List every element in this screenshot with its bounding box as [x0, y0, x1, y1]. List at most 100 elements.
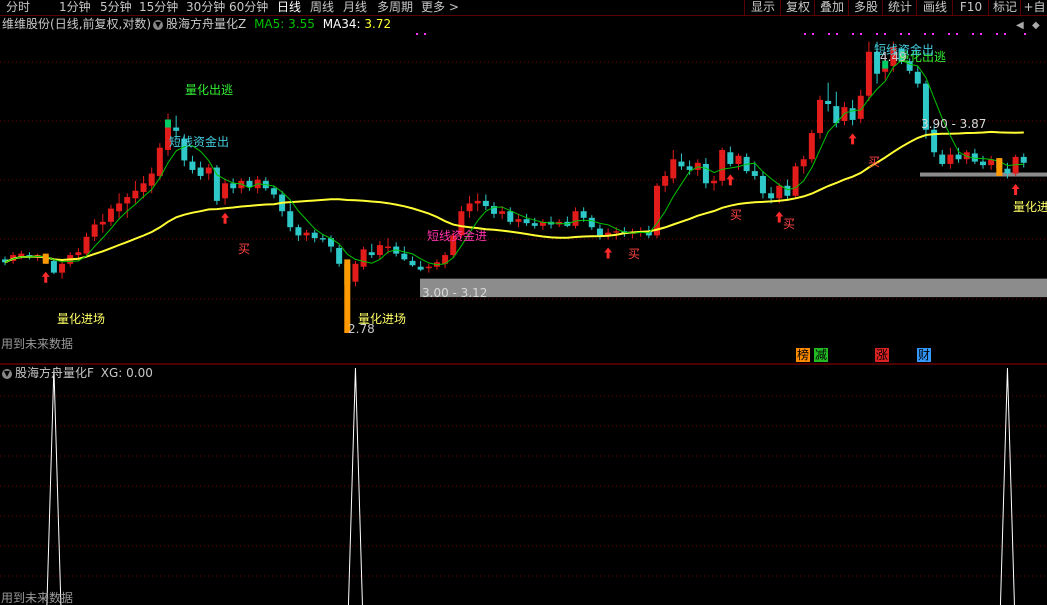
- top-dot-11: [908, 33, 910, 35]
- candle-body-37: [303, 232, 310, 236]
- candle-body-49: [401, 253, 408, 260]
- candle-body-93: [759, 175, 766, 194]
- future-data-note-sub: 用到未来数据: [1, 591, 74, 605]
- candle-body-90: [735, 155, 742, 164]
- candle-body-25: [205, 167, 212, 174]
- top-dot-9: [884, 33, 886, 35]
- candle-body-86: [702, 163, 709, 184]
- candle-body-35: [287, 211, 294, 228]
- top-dot-13: [932, 33, 934, 35]
- diamond-icon[interactable]: ◆: [1032, 19, 1040, 32]
- top-dot-10: [900, 33, 902, 35]
- stock-name: 维维股份: [2, 17, 51, 31]
- sub-indicator-name[interactable]: 股海方舟量化F: [15, 366, 94, 380]
- candle-body-6: [50, 260, 57, 273]
- top-dot-3: [812, 33, 814, 35]
- candle-body-125: [1020, 156, 1027, 163]
- label-high-price: 4.49: [880, 50, 907, 64]
- label-short-fund-in: 短线资金进: [427, 229, 488, 243]
- indicator-name[interactable]: 股海方舟量化Z: [166, 17, 246, 31]
- future-data-note-main: 用到未来数据: [1, 337, 74, 351]
- candle-body-96: [784, 185, 791, 196]
- top-dot-15: [956, 33, 958, 35]
- candle-body-51: [417, 266, 424, 270]
- candle-body-23: [189, 161, 196, 170]
- candle-body-52: [425, 266, 432, 269]
- candle-body-7: [59, 263, 66, 273]
- top-dot-12: [924, 33, 926, 35]
- candle-body-39: [319, 238, 326, 240]
- candle-body-19: [156, 147, 163, 176]
- candle-body-65: [531, 223, 538, 226]
- candle-body-38: [311, 232, 318, 239]
- candle-body-33: [270, 188, 277, 195]
- label-low-price: 2.78: [348, 322, 375, 336]
- candle-body-45: [368, 252, 375, 256]
- candle-body-15: [124, 197, 131, 204]
- top-dot-5: [836, 33, 838, 35]
- candle-body-57: [466, 203, 473, 212]
- top-dot-18: [996, 33, 998, 35]
- top-dot-6: [852, 33, 854, 35]
- xg-value: 0.00: [126, 366, 153, 380]
- candle-body-92: [751, 171, 758, 176]
- badge-rise[interactable]: 涨: [875, 348, 890, 362]
- candle-body-83: [678, 161, 685, 167]
- label-zone-high: 3.90 - 3.87: [921, 117, 987, 131]
- candle-body-13: [107, 208, 114, 222]
- candle-body-58: [474, 200, 481, 204]
- collapse-indicator-icon[interactable]: ▼: [153, 19, 164, 30]
- buy-arrow-icon-5: [848, 133, 857, 145]
- candle-body-44: [360, 249, 367, 267]
- top-dot-0: [416, 33, 418, 35]
- candle-body-63: [515, 219, 522, 222]
- chart-mode: (日线,前复权,对数): [50, 17, 152, 31]
- collapse-sub-icon[interactable]: ▼: [2, 368, 12, 379]
- top-dot-4: [828, 33, 830, 35]
- candle-body-9: [75, 252, 82, 256]
- candle-body-84: [686, 166, 693, 170]
- candle-body-73: [596, 228, 603, 236]
- candle-body-106: [865, 51, 872, 96]
- candle-body-117: [955, 154, 962, 160]
- badge-rank[interactable]: 榜: [796, 348, 811, 362]
- candle-body-41: [336, 247, 343, 264]
- candle-body-70: [572, 211, 579, 226]
- candle-body-82: [670, 159, 677, 179]
- badge-finance[interactable]: 财: [917, 348, 932, 362]
- candle-body-16: [132, 190, 139, 199]
- label-quant-in-3: 量化进: [1013, 200, 1047, 214]
- candle-body-59: [482, 200, 489, 207]
- price-zones: [420, 172, 1047, 298]
- candle-body-30: [246, 180, 253, 188]
- label-quant-out-1: 量化出逃: [185, 83, 234, 97]
- candle-body-64: [523, 219, 530, 224]
- candle-body-112: [914, 71, 921, 84]
- scroll-left-icon[interactable]: ◀: [1016, 19, 1024, 32]
- quant-in-candle-0: [42, 253, 49, 264]
- top-dot-7: [860, 33, 862, 35]
- label-buy-2: 买: [628, 247, 641, 261]
- main-info-bar: 维维股份(日线,前复权,对数) ▼ 股海方舟量化Z MA5: 3.55 MA34: …: [0, 16, 391, 32]
- buy-arrow-icon-1: [221, 212, 230, 224]
- top-dot-2: [804, 33, 806, 35]
- candle-body-14: [116, 203, 123, 212]
- candle-body-89: [727, 152, 734, 164]
- quant-out-marker-0: [165, 119, 171, 128]
- candle-body-75: [613, 231, 620, 233]
- candle-body-36: [295, 227, 302, 236]
- candle-body-46: [376, 245, 383, 256]
- candle-body-87: [711, 180, 718, 184]
- candle-body-62: [507, 211, 514, 222]
- candle-body-21: [173, 127, 180, 131]
- top-dot-16: [972, 33, 974, 35]
- top-dot-8: [876, 33, 878, 35]
- quant-in-candle-2: [996, 158, 1003, 176]
- candle-body-81: [662, 175, 669, 186]
- top-dot-19: [1004, 33, 1006, 35]
- candle-body-47: [385, 246, 392, 248]
- candle-body-97: [792, 166, 799, 196]
- buy-arrow-icon-3: [726, 174, 735, 186]
- buy-arrow-icon-0: [41, 271, 50, 283]
- badge-reduce[interactable]: 减: [814, 348, 829, 362]
